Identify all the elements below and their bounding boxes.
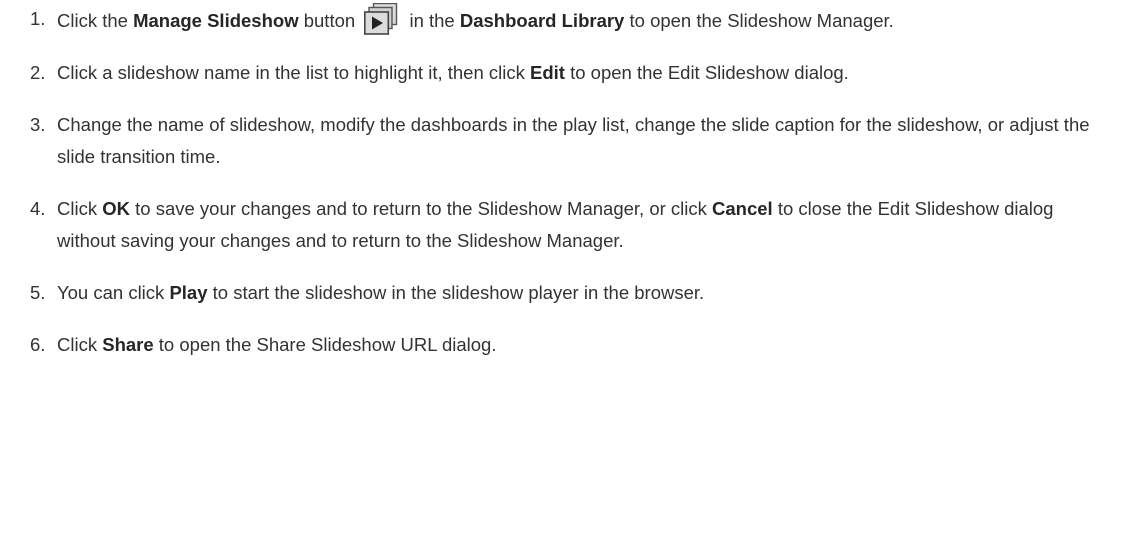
step-3: 3. Change the name of slideshow, modify … (0, 109, 1107, 173)
step-number: 1. (30, 8, 46, 29)
step-number: 6. (30, 334, 46, 355)
step-4: 4. Click OK to save your changes and to … (0, 193, 1107, 257)
step-text: in the (404, 10, 460, 31)
edit-label: Edit (530, 62, 565, 83)
step-text: Click (57, 334, 103, 355)
instruction-steps: 1. Click the Manage Slideshow button in … (0, 2, 1135, 361)
step-number: 2. (30, 62, 46, 83)
manage-slideshow-icon (364, 2, 398, 36)
step-text: Click the (57, 10, 134, 31)
step-number: 3. (30, 114, 46, 135)
step-text: You can click (57, 282, 170, 303)
step-5: 5. You can click Play to start the slide… (0, 277, 1107, 309)
step-1: 1. Click the Manage Slideshow button in … (0, 2, 1107, 37)
step-text: to start the slideshow in the slideshow … (207, 282, 705, 303)
ok-label: OK (102, 198, 130, 219)
share-label: Share (102, 334, 154, 355)
step-6: 6. Click Share to open the Share Slidesh… (0, 329, 1107, 361)
step-number: 5. (30, 282, 46, 303)
step-text: Click (57, 198, 103, 219)
cancel-label: Cancel (712, 198, 773, 219)
manage-slideshow-label: Manage Slideshow (133, 10, 299, 31)
step-text: button (298, 10, 361, 31)
step-text: to open the Share Slideshow URL dialog. (153, 334, 497, 355)
play-label: Play (169, 282, 208, 303)
step-2: 2. Click a slideshow name in the list to… (0, 57, 1107, 89)
dashboard-library-label: Dashboard Library (459, 10, 625, 31)
step-text: to open the Edit Slideshow dialog. (564, 62, 849, 83)
step-text: to save your changes and to return to th… (129, 198, 713, 219)
step-number: 4. (30, 198, 46, 219)
step-text: to open the Slideshow Manager. (624, 10, 894, 31)
step-text: Change the name of slideshow, modify the… (57, 114, 1090, 167)
step-text: Click a slideshow name in the list to hi… (57, 62, 530, 83)
